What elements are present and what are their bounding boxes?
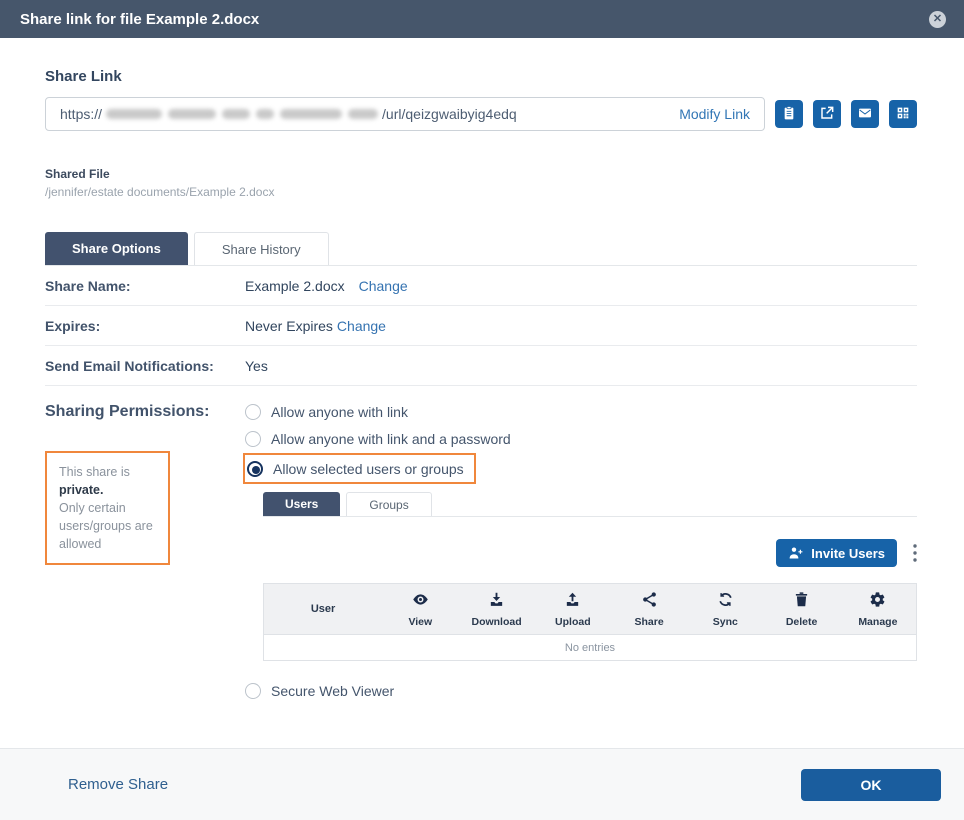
table-header: User View Download Upload	[264, 584, 916, 634]
trash-icon	[793, 591, 810, 613]
radio-unchecked-icon[interactable]	[245, 683, 261, 699]
share-link-label: Share Link	[45, 68, 917, 85]
upload-column-label: Upload	[555, 616, 591, 628]
modify-link-button[interactable]: Modify Link	[679, 106, 750, 122]
shared-file-label: Shared File	[45, 167, 917, 181]
remove-share-link[interactable]: Remove Share	[68, 776, 168, 793]
dialog-footer: Remove Share OK	[0, 748, 964, 820]
qr-code-icon	[895, 105, 911, 124]
download-column-header: Download	[458, 584, 534, 634]
sharing-permissions-right: Allow anyone with link Allow anyone with…	[245, 398, 917, 704]
permission-option-label: Allow selected users or groups	[273, 461, 464, 477]
ok-button[interactable]: OK	[801, 769, 941, 801]
share-link-dialog: Share link for file Example 2.docx ✕ Sha…	[0, 0, 964, 820]
permission-option-label: Allow anyone with link and a password	[271, 431, 511, 447]
user-column-header: User	[264, 584, 382, 634]
external-link-icon	[819, 105, 835, 124]
invite-users-button[interactable]: Invite Users	[776, 539, 897, 567]
person-plus-icon	[788, 545, 811, 561]
delete-column-label: Delete	[786, 616, 818, 628]
radio-unchecked-icon[interactable]	[245, 404, 261, 420]
tab-share-options[interactable]: Share Options	[45, 232, 188, 265]
email-link-button[interactable]	[851, 100, 879, 128]
manage-column-header: Manage	[840, 584, 916, 634]
expires-value: Never Expires	[245, 318, 333, 334]
tab-groups[interactable]: Groups	[346, 492, 431, 516]
download-icon	[488, 591, 505, 613]
download-column-label: Download	[471, 616, 521, 628]
upload-icon	[564, 591, 581, 613]
email-notifications-label: Send Email Notifications:	[45, 358, 245, 374]
permission-option-label: Allow anyone with link	[271, 404, 408, 420]
share-name-label: Share Name:	[45, 278, 245, 294]
callout-line-3: Only certain users/groups are allowed	[59, 499, 156, 553]
close-icon[interactable]: ✕	[929, 11, 946, 28]
tab-users[interactable]: Users	[263, 492, 340, 516]
delete-column-header: Delete	[763, 584, 839, 634]
email-notifications-row: Send Email Notifications: Yes	[45, 346, 917, 386]
users-groups-tabs: Users Groups	[263, 492, 917, 517]
permission-option-secure-web-viewer[interactable]: Secure Web Viewer	[245, 677, 917, 704]
tab-share-history[interactable]: Share History	[194, 232, 329, 265]
eye-icon	[412, 591, 429, 613]
shared-file-path: /jennifer/estate documents/Example 2.doc…	[45, 185, 917, 199]
callout-line-2: private.	[59, 481, 156, 499]
manage-column-label: Manage	[858, 616, 897, 628]
gear-icon	[869, 591, 886, 613]
expires-row: Expires: Never Expires Change	[45, 306, 917, 346]
share-column-header: Share	[611, 584, 687, 634]
permission-option-selected-users[interactable]: Allow selected users or groups	[247, 457, 464, 480]
secure-web-viewer-label: Secure Web Viewer	[271, 683, 394, 699]
permission-option-anyone[interactable]: Allow anyone with link	[245, 398, 917, 425]
radio-unchecked-icon[interactable]	[245, 431, 261, 447]
share-link-row: https:// /url/qeizgwaibyig4edq Modify Li…	[45, 97, 917, 131]
invite-toolbar: Invite Users	[263, 539, 917, 567]
open-link-button[interactable]	[813, 100, 841, 128]
sharing-permissions-label: Sharing Permissions:	[45, 398, 245, 425]
user-column-label: User	[311, 603, 335, 615]
share-name-value: Example 2.docx	[245, 278, 345, 294]
share-column-label: Share	[635, 616, 664, 628]
share-name-row: Share Name: Example 2.docx Change	[45, 266, 917, 306]
dialog-body: Share Link https:// /url/qeizgwaibyig4ed…	[0, 38, 964, 748]
dialog-title: Share link for file Example 2.docx	[20, 11, 259, 28]
copy-link-button[interactable]	[775, 100, 803, 128]
sync-icon	[717, 591, 734, 613]
share-name-change-link[interactable]: Change	[359, 278, 408, 294]
redacted-url-segment	[106, 109, 378, 119]
sync-column-header: Sync	[687, 584, 763, 634]
view-column-label: View	[408, 616, 432, 628]
expires-change-link[interactable]: Change	[337, 318, 386, 334]
expires-label: Expires:	[45, 318, 245, 334]
share-link-input[interactable]: https:// /url/qeizgwaibyig4edq Modify Li…	[45, 97, 765, 131]
dialog-tabs: Share Options Share History	[45, 232, 917, 266]
radio-checked-icon[interactable]	[247, 461, 263, 477]
email-notifications-value: Yes	[245, 358, 268, 374]
users-permissions-table: User View Download Upload	[263, 583, 917, 661]
upload-column-header: Upload	[535, 584, 611, 634]
callout-line-1: This share is	[59, 463, 156, 481]
share-url-suffix: /url/qeizgwaibyig4edq	[382, 106, 517, 122]
clipboard-icon	[781, 105, 797, 124]
selected-permission-highlight: Allow selected users or groups	[243, 453, 476, 484]
sharing-permissions-section: Sharing Permissions: This share is priva…	[45, 386, 917, 704]
empty-table-message: No entries	[264, 634, 916, 660]
kebab-menu-icon[interactable]	[913, 544, 917, 562]
dialog-header: Share link for file Example 2.docx ✕	[0, 0, 964, 38]
view-column-header: View	[382, 584, 458, 634]
private-share-callout: This share is private. Only certain user…	[45, 451, 170, 565]
sharing-permissions-left: Sharing Permissions: This share is priva…	[45, 398, 245, 704]
sync-column-label: Sync	[713, 616, 738, 628]
qr-code-button[interactable]	[889, 100, 917, 128]
share-nodes-icon	[641, 591, 658, 613]
share-url-prefix: https://	[60, 106, 102, 122]
envelope-icon	[857, 105, 873, 124]
invite-users-label: Invite Users	[811, 546, 885, 561]
permission-option-anyone-password[interactable]: Allow anyone with link and a password	[245, 425, 917, 452]
